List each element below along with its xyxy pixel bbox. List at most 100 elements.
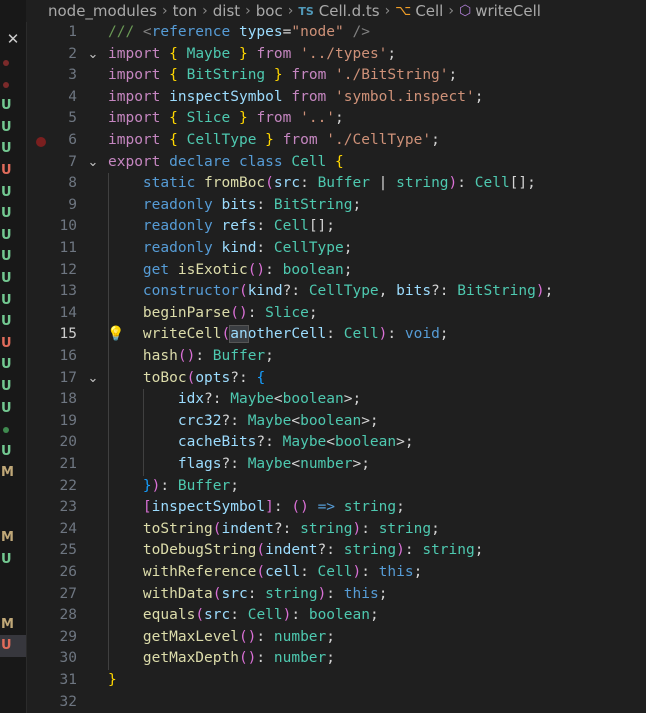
line-number: 12 [59, 261, 77, 278]
code-line[interactable]: 12 get isExotic(): boolean; [27, 260, 646, 282]
code-line[interactable]: 26 withReference(cell: Cell): this; [27, 562, 646, 584]
code-line[interactable]: 5 import { Slice } from '..'; [27, 108, 646, 130]
code-text: equals(src: Cell): boolean; [142, 607, 379, 624]
code-line[interactable]: 28 equals(src: Cell): boolean; [27, 605, 646, 627]
code-line[interactable]: 25 toDebugString(indent?: string): strin… [27, 540, 646, 562]
line-number: 28 [59, 607, 77, 624]
git-status-badge: M [1, 530, 14, 546]
code-text: crc32?: Maybe<boolean>; [177, 412, 379, 429]
code-text: readonly bits: BitString; [142, 196, 362, 213]
code-line[interactable]: 31} [27, 670, 646, 692]
git-status-badge: U [1, 357, 12, 373]
code-text: import { CellType } from './CellType'; [108, 132, 440, 148]
code-text: readonly kind: CellType; [142, 240, 353, 256]
code-line[interactable]: 10 readonly refs: Cell[]; [27, 216, 646, 238]
chevron-right-icon: › [448, 3, 454, 19]
git-status-badge: U [1, 206, 12, 222]
breadcrumb-item-ton[interactable]: ton [173, 2, 198, 20]
code-line[interactable]: 9 readonly bits: BitString; [27, 195, 646, 217]
code-text: static fromBoc(src: Buffer | string): Ce… [142, 175, 536, 192]
code-text: cacheBits?: Maybe<boolean>; [177, 434, 414, 451]
code-line[interactable]: 24 toString(indent?: string): string; [27, 519, 646, 541]
chevron-right-icon: › [161, 3, 168, 19]
line-number: 21 [59, 456, 77, 472]
lightbulb-icon[interactable]: 💡 [107, 324, 124, 346]
code-line[interactable]: 32 [27, 692, 646, 713]
code-line[interactable]: 22 }): Buffer; [27, 476, 646, 498]
code-line[interactable]: 19 crc32?: Maybe<boolean>; [27, 411, 646, 433]
code-line[interactable]: 4 import inspectSymbol from 'symbol.inspe… [27, 87, 646, 109]
fold-chevron-icon[interactable]: ⌄ [86, 44, 100, 66]
line-number: 7 [68, 153, 77, 170]
git-status-badge: U [1, 163, 12, 178]
code-line[interactable]: 23 [inspectSymbol]: () => string; [27, 497, 646, 519]
breadcrumb-item-dist[interactable]: dist [213, 2, 240, 20]
breakpoint-icon[interactable] [36, 137, 46, 147]
line-number: 24 [59, 520, 77, 537]
code-editor[interactable]: 1 /// <reference types="node" /> 2 ⌄ import … [27, 22, 646, 713]
line-number: 31 [59, 672, 77, 688]
indent-guide [108, 173, 109, 670]
code-line[interactable]: 1 /// <reference types="node" /> [27, 22, 646, 44]
code-line[interactable]: 21 flags?: Maybe<number>; [27, 454, 646, 476]
code-text: constructor(kind?: CellType, bits?: BitS… [142, 283, 554, 300]
git-status-badge: U [1, 98, 12, 114]
line-number: 8 [68, 175, 77, 192]
code-line[interactable]: 16 hash(): Buffer; [27, 346, 646, 368]
chevron-right-icon: › [202, 3, 208, 19]
breadcrumb: node_modules › ton › dist › boc › TS Cel… [26, 0, 646, 22]
code-line[interactable]: 27 withData(src: string): this; [27, 584, 646, 606]
code-line[interactable]: 3 import { BitString } from './BitString'… [27, 65, 646, 87]
line-number: 15 [59, 326, 77, 343]
code-text: withReference(cell: Cell): this; [142, 564, 423, 580]
git-status-badge: U [1, 119, 12, 135]
line-number: 11 [59, 240, 77, 256]
git-status-badge: U [1, 249, 12, 265]
close-icon[interactable]: ✕ [0, 30, 26, 48]
code-line[interactable]: 30 getMaxDepth(): number; [27, 648, 646, 670]
problem-dot-icon [3, 60, 9, 66]
git-status-badge: U [1, 335, 12, 351]
code-line[interactable]: 15 writeCell(anotherCell: Cell): void; 💡 [27, 324, 646, 346]
breadcrumb-item-class[interactable]: Cell [415, 2, 443, 20]
chevron-right-icon: › [245, 3, 251, 19]
line-number: 30 [59, 650, 77, 667]
code-text: withData(src: string): this; [142, 585, 388, 602]
code-text: idx?: Maybe<boolean>; [177, 391, 362, 408]
git-status-badge: U [1, 638, 12, 654]
code-text: } [108, 672, 117, 688]
code-line[interactable]: 11 readonly kind: CellType; [27, 238, 646, 260]
git-status-badge: U [1, 141, 12, 157]
code-line[interactable]: 2 ⌄ import { Maybe } from '../types'; [27, 44, 646, 66]
indent-guide [142, 389, 144, 476]
breadcrumb-item-file[interactable]: Cell.d.ts [319, 2, 380, 20]
code-text: get isExotic(): boolean; [142, 261, 353, 278]
code-line[interactable]: 18 idx?: Maybe<boolean>; [27, 389, 646, 411]
problem-dot-icon [3, 81, 9, 88]
breadcrumb-item-method[interactable]: writeCell [475, 2, 541, 20]
code-line[interactable]: 13 constructor(kind?: CellType, bits?: B… [27, 281, 646, 303]
line-number: 19 [59, 412, 77, 429]
line-number: 1 [68, 24, 77, 40]
fold-chevron-icon[interactable]: ⌄ [86, 152, 100, 174]
code-line[interactable]: 14 beginParse(): Slice; [27, 303, 646, 325]
line-number: 22 [59, 477, 77, 494]
code-line[interactable]: 8 static fromBoc(src: Buffer | string): … [27, 173, 646, 195]
line-number: 32 [59, 693, 77, 710]
git-status-badge: U [1, 227, 12, 243]
code-line[interactable]: 7 ⌄ export declare class Cell { [27, 152, 646, 174]
code-text: import { Maybe } from '../types'; [108, 45, 397, 62]
code-line[interactable]: 17 ⌄ toBoc(opts?: { [27, 368, 646, 390]
git-status-badge: U [1, 271, 12, 286]
class-symbol-icon: ⌥ [395, 3, 412, 19]
fold-chevron-icon[interactable]: ⌄ [86, 368, 100, 390]
code-line[interactable]: 6 import { CellType } from './CellType'; [27, 130, 646, 152]
breadcrumb-item-node-modules[interactable]: node_modules [48, 2, 157, 20]
line-number: 18 [59, 391, 77, 408]
problem-dot-icon [3, 427, 9, 434]
line-number: 26 [59, 564, 77, 580]
code-line[interactable]: 20 cacheBits?: Maybe<boolean>; [27, 432, 646, 454]
breadcrumb-item-boc[interactable]: boc [256, 2, 283, 20]
code-line[interactable]: 29 getMaxLevel(): number; [27, 627, 646, 649]
line-number: 5 [68, 110, 77, 127]
